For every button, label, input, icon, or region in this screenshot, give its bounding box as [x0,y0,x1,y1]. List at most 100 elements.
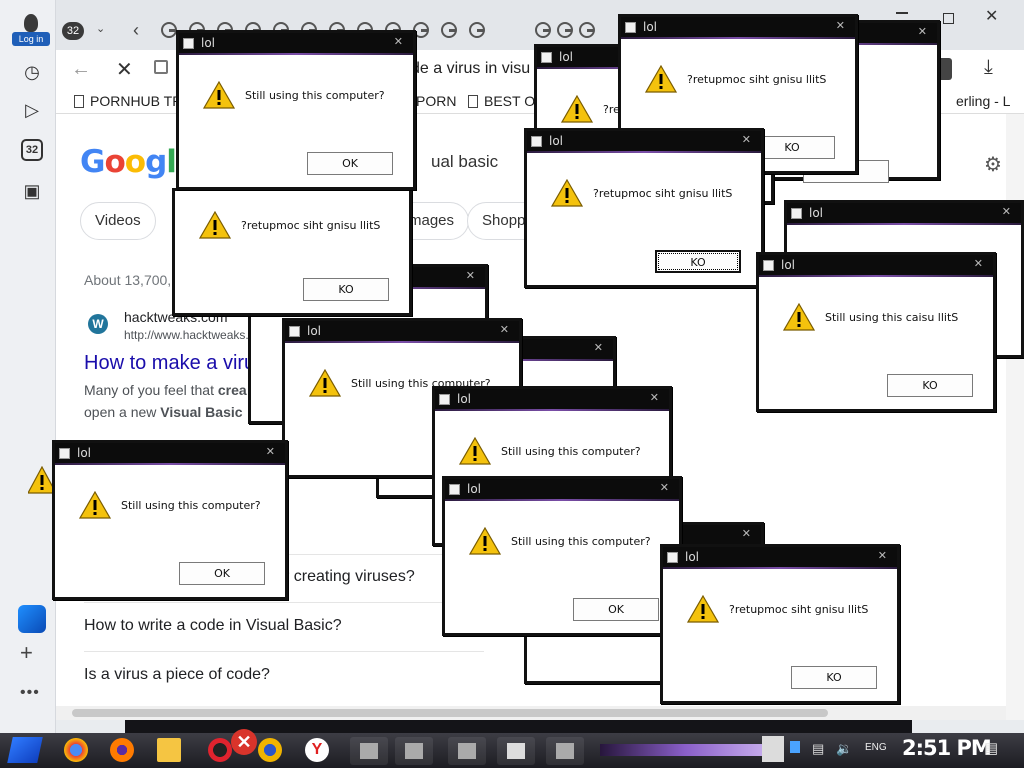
screenshot-icon[interactable]: ▣ [16,175,48,207]
dialog-title: lol [643,20,658,34]
filter-chip-videos[interactable]: Videos [80,202,156,240]
close-icon[interactable]: ✕ [266,445,275,458]
result-title-link[interactable]: How to make a viru [84,352,255,375]
close-icon[interactable]: ✕ [660,481,669,494]
taskbar-app-button[interactable] [350,737,388,765]
bookmark-item[interactable]: BEST O [468,93,535,109]
bookmark-item[interactable]: PORN [416,93,456,109]
snippet-text: Many of you feel that [84,382,218,398]
close-icon[interactable]: ✕ [836,19,845,32]
yandex-icon[interactable]: Y [305,738,329,762]
ko-button[interactable]: KO [791,666,877,689]
taskbar-app-button[interactable] [395,737,433,765]
bookmark-item[interactable]: erling - L [956,93,1010,109]
tab-google[interactable] [579,22,595,38]
ko-button[interactable]: KO [655,250,741,273]
clock[interactable]: 2:51 PM [902,736,992,760]
ok-button[interactable]: OK [179,562,265,585]
logo-letter: g [145,144,167,180]
taskbar-app-button[interactable] [448,737,486,765]
dialog-title: lol [467,482,482,496]
ok-button[interactable]: OK [307,152,393,175]
title-bar: lol ✕ [55,443,285,465]
dialog-message: Still using this computer? [245,89,385,102]
logo-letter: o [104,144,125,180]
popup-dialog: lol ✕ ?retupmoc siht gnisu llitS KO [524,128,764,288]
tab-scroll-left-icon[interactable]: ‹ [133,20,139,41]
folder-icon[interactable] [157,738,181,762]
add-icon[interactable]: + [20,640,33,666]
volume-icon[interactable]: 🔉 [836,741,852,757]
close-icon[interactable]: ✕ [650,391,659,404]
window-icon [439,394,450,405]
stop-loading-button[interactable]: ✕ [116,57,133,82]
start-button[interactable] [7,737,43,763]
search-input[interactable]: ual basic [431,152,498,172]
close-icon[interactable]: ✕ [742,527,751,540]
snippet-bold: crea [217,382,247,398]
people-also-ask-item[interactable]: How to write a code in Visual Basic? [84,617,342,635]
lock-icon[interactable] [154,60,168,74]
close-icon[interactable]: ✕ [594,341,603,354]
dialog-title: lol [685,550,700,564]
ko-button[interactable]: KO [303,278,389,301]
tab-count-badge[interactable]: 32 [62,22,84,40]
bookmark-item[interactable]: PORNHUB TRA [74,93,192,109]
title-bar: lol ✕ [621,17,855,39]
ok-button[interactable]: OK [573,598,659,621]
close-icon[interactable]: ✕ [466,269,475,282]
minimize-button[interactable] [896,12,908,14]
language-indicator[interactable]: ENG [865,742,887,753]
chrome-icon[interactable] [64,738,88,762]
opera-icon[interactable] [208,738,232,762]
firefox-icon[interactable] [110,738,134,762]
history-icon[interactable]: ◷ [16,56,48,88]
calculator-icon[interactable] [497,737,535,765]
gear-icon[interactable]: ⚙ [984,152,1002,177]
people-also-ask-item[interactable]: Is a virus a piece of code? [84,666,270,684]
close-icon[interactable]: ✕ [974,257,983,270]
tray-icon[interactable] [790,741,800,753]
tab-google[interactable] [557,22,573,38]
back-button[interactable]: ← [71,58,91,81]
close-icon[interactable]: ✕ [1002,205,1011,218]
error-close-icon[interactable]: ✕ [231,729,257,755]
warning-icon [78,490,112,519]
close-icon[interactable]: ✕ [878,549,887,562]
taskbar-app-button[interactable] [546,737,584,765]
horizontal-scrollbar[interactable] [56,706,1006,720]
app-logo-icon[interactable] [18,605,46,633]
tab-google[interactable] [161,22,177,38]
close-icon[interactable]: ✕ [500,323,509,336]
url-field[interactable]: de a virus in visu [411,60,530,78]
maximize-button[interactable] [943,13,954,24]
network-icon[interactable]: ▤ [812,741,824,757]
login-button[interactable]: Log in [12,32,50,46]
slider-handle[interactable] [762,736,784,762]
close-icon[interactable]: ✕ [918,25,927,38]
tab-google[interactable] [469,22,485,38]
title-bar: lol ✕ [445,479,679,501]
close-icon[interactable]: ✕ [742,133,751,146]
close-window-button[interactable]: ✕ [985,6,998,26]
dialog-title: lol [307,324,322,338]
title-bar: lol ✕ [179,33,413,55]
ko-button[interactable]: KO [887,374,973,397]
browser-icon[interactable] [258,738,282,762]
result-url[interactable]: http://www.hacktweaks. [124,328,249,342]
tab-google[interactable] [535,22,551,38]
browser-sidebar: Log in ◷ ▷ 32 ▣ + ••• [0,0,56,733]
play-icon[interactable]: ▷ [16,94,48,126]
close-icon[interactable]: ✕ [394,35,403,48]
notification-icon[interactable]: ▤ [984,739,998,757]
scrollbar-thumb[interactable] [72,709,828,717]
warning-icon [458,436,492,465]
people-also-ask-item[interactable]: r creating viruses? [284,568,415,586]
profile-avatar[interactable]: Log in [12,12,50,48]
more-icon[interactable]: ••• [20,684,40,702]
tab-google[interactable] [441,22,457,38]
download-icon[interactable]: ⤓ [984,56,993,79]
popup-dialog: lol ✕ Still using this caisu llitS KO [756,252,996,412]
tabs-button[interactable]: 32 [16,134,48,166]
chevron-down-icon[interactable]: ⌄ [96,22,105,35]
